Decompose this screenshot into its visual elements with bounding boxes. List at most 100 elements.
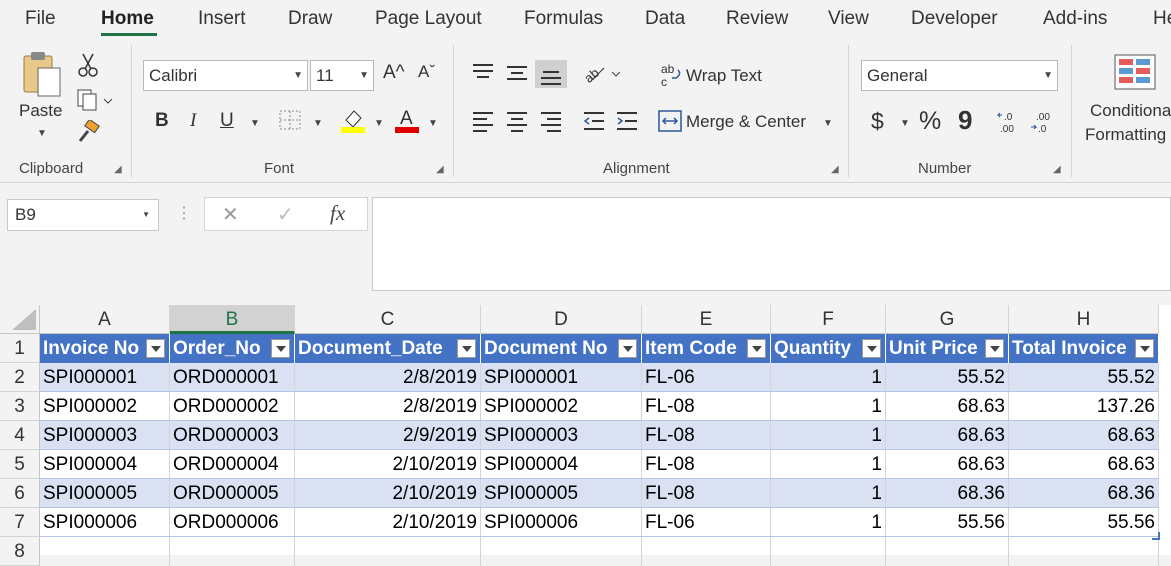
tab-add-ins[interactable]: Add-ins [1043,8,1107,30]
name-box[interactable]: B9 ▼ [7,199,159,231]
table-cell[interactable]: FL-08 [642,392,771,421]
filter-dropdown-icon[interactable] [747,339,766,358]
table-cell[interactable]: 2/8/2019 [295,363,481,392]
align-right-icon[interactable] [539,110,563,137]
formula-input[interactable] [372,197,1171,291]
table-cell[interactable]: ORD000006 [170,508,295,537]
tab-draw[interactable]: Draw [288,8,332,30]
column-header-d[interactable]: D [481,305,642,334]
empty-cell[interactable] [771,537,886,566]
font-color-dropdown-icon[interactable]: ▼ [428,118,438,129]
orientation-icon[interactable]: ab [581,60,621,91]
borders-icon[interactable] [278,109,302,136]
table-cell[interactable]: ORD000004 [170,450,295,479]
merge-center-button[interactable]: Merge & Center [686,112,806,132]
table-cell[interactable]: 1 [771,508,886,537]
tab-home[interactable]: Home [101,8,154,30]
italic-button[interactable]: I [190,110,196,132]
column-header-e[interactable]: E [642,305,771,334]
table-cell[interactable]: 2/9/2019 [295,421,481,450]
table-cell[interactable]: ORD000001 [170,363,295,392]
table-cell[interactable]: 68.36 [886,479,1009,508]
number-launcher-icon[interactable]: ◢ [1053,164,1061,175]
conditional-formatting-label-2[interactable]: Formatting [1085,125,1166,145]
align-left-icon[interactable] [471,110,495,137]
font-size-select[interactable]: 11 ▼ [310,60,374,91]
table-cell[interactable]: SPI000005 [40,479,170,508]
conditional-formatting-icon[interactable] [1114,54,1158,95]
empty-cell[interactable] [642,537,771,566]
column-header-c[interactable]: C [295,305,481,334]
row-header-1[interactable]: 1 [0,334,40,363]
table-cell[interactable]: SPI000005 [481,479,642,508]
tab-formulas[interactable]: Formulas [524,8,603,30]
table-cell[interactable]: 55.56 [1009,508,1159,537]
table-cell[interactable]: 1 [771,450,886,479]
spreadsheet-grid[interactable]: A B C D E F G H 1 2 3 4 5 6 7 8 Invoice No Order_No Docume… [0,305,1171,566]
table-cell[interactable]: 55.52 [886,363,1009,392]
table-cell[interactable]: SPI000002 [481,392,642,421]
font-name-select[interactable]: Calibri ▼ [143,60,308,91]
increase-decimal-icon[interactable]: .0.00 [996,110,1022,139]
table-cell[interactable]: 2/8/2019 [295,392,481,421]
column-header-b[interactable]: B [170,305,295,334]
table-cell[interactable]: FL-06 [642,363,771,392]
alignment-launcher-icon[interactable]: ◢ [831,164,839,175]
row-header-7[interactable]: 7 [0,508,40,537]
table-header-cell[interactable]: Document_Date [295,334,481,363]
cancel-icon[interactable]: ✕ [222,202,239,227]
empty-cell[interactable] [40,537,170,566]
wrap-text-icon[interactable]: ab c [660,62,684,93]
column-header-a[interactable]: A [40,305,170,334]
table-cell[interactable]: 1 [771,392,886,421]
merge-center-icon[interactable] [658,110,682,137]
filter-dropdown-icon[interactable] [985,339,1004,358]
table-resize-handle[interactable] [1152,532,1160,540]
empty-cell[interactable] [1009,537,1159,566]
table-cell[interactable]: 2/10/2019 [295,508,481,537]
table-cell[interactable]: 68.63 [886,450,1009,479]
row-header-5[interactable]: 5 [0,450,40,479]
table-cell[interactable]: FL-06 [642,508,771,537]
splitter-dots-icon[interactable]: ⋮ [176,203,192,223]
percent-button[interactable]: % [919,107,941,136]
table-cell[interactable]: SPI000001 [481,363,642,392]
filter-dropdown-icon[interactable] [618,339,637,358]
table-cell[interactable]: SPI000004 [40,450,170,479]
row-header-8[interactable]: 8 [0,537,40,566]
table-cell[interactable]: SPI000003 [40,421,170,450]
row-header-6[interactable]: 6 [0,479,40,508]
table-cell[interactable]: SPI000004 [481,450,642,479]
filter-dropdown-icon[interactable] [457,339,476,358]
table-cell[interactable]: SPI000002 [40,392,170,421]
tab-view[interactable]: View [828,8,869,30]
align-top-icon[interactable] [471,62,495,87]
row-header-3[interactable]: 3 [0,392,40,421]
comma-style-button[interactable]: 9 [958,105,972,136]
fill-color-dropdown-icon[interactable]: ▼ [374,118,384,129]
tab-help[interactable]: He [1153,8,1171,30]
column-header-h[interactable]: H [1009,305,1159,334]
tab-review[interactable]: Review [726,8,788,30]
table-cell[interactable]: ORD000005 [170,479,295,508]
table-cell[interactable]: 55.56 [886,508,1009,537]
column-header-f[interactable]: F [771,305,886,334]
tab-developer[interactable]: Developer [911,8,998,30]
empty-cell[interactable] [295,537,481,566]
table-cell[interactable]: 68.63 [1009,450,1159,479]
fill-color-icon[interactable] [340,106,366,139]
chevron-down-icon[interactable]: ▼ [142,210,150,219]
tab-page-layout[interactable]: Page Layout [375,8,482,30]
filter-dropdown-icon[interactable] [146,339,165,358]
clipboard-launcher-icon[interactable]: ◢ [114,164,122,175]
copy-icon[interactable] [76,88,113,117]
table-cell[interactable]: SPI000003 [481,421,642,450]
paste-icon[interactable] [20,50,64,103]
table-cell[interactable]: FL-08 [642,479,771,508]
enter-icon[interactable]: ✓ [277,202,294,227]
table-cell[interactable]: SPI000001 [40,363,170,392]
conditional-formatting-label-1[interactable]: Conditiona [1090,101,1171,121]
table-cell[interactable]: FL-08 [642,450,771,479]
decrease-decimal-icon[interactable]: .00.0 [1030,110,1056,139]
number-format-select[interactable]: General ▼ [861,60,1058,91]
